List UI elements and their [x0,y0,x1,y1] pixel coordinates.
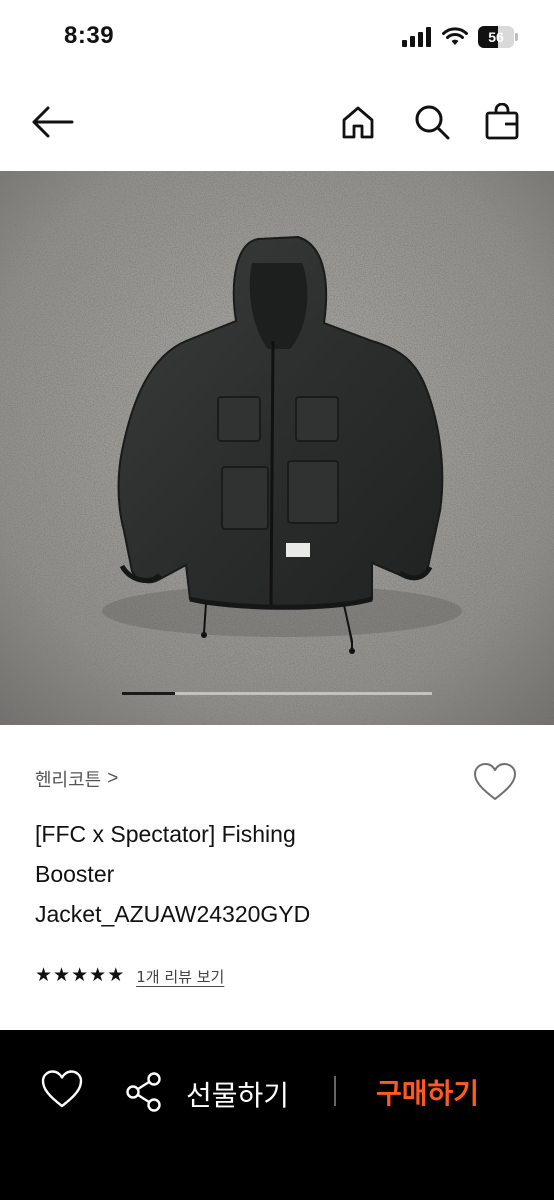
wifi-icon [442,27,468,45]
divider [334,1076,336,1106]
star-icon: ★ [71,965,89,986]
wishlist-button[interactable] [40,1068,84,1112]
heart-outline-icon [474,763,516,800]
status-time: 8:39 [64,22,115,49]
product-image [0,171,554,725]
share-icon [126,1072,161,1112]
gift-button[interactable]: 선물하기 [186,1074,289,1114]
home-icon [342,106,374,139]
star-icon: ★ [53,965,71,986]
buy-button[interactable]: 구매하기 [376,1072,479,1112]
product-title-line: Booster [35,861,115,887]
star-icon: ★ [35,965,53,986]
like-button[interactable] [472,760,518,806]
back-arrow-icon [32,106,74,138]
star-icon: ★ [107,965,125,986]
signal-icon [402,27,431,47]
chevron-right-icon: > [107,768,119,789]
battery-tip [515,33,518,41]
brand-link[interactable]: 헨리코튼 > [35,766,118,792]
bottom-action-bar: 선물하기 구매하기 [0,1030,554,1200]
product-title: [FFC x Spectator] Fishing Booster Jacket… [35,814,475,934]
rating-row: ★ ★ ★ ★ ★ 1개 리뷰 보기 [35,964,224,988]
rating-stars: ★ ★ ★ ★ ★ [35,964,124,988]
home-button[interactable] [334,98,382,146]
star-icon: ★ [89,965,107,986]
review-link[interactable]: 1개 리뷰 보기 [136,966,224,987]
status-bar: 8:39 56 [0,0,554,74]
brand-name: 헨리코튼 [35,770,102,791]
search-icon [415,105,450,140]
nav-bar [0,74,554,170]
battery-icon: 56 [478,26,518,48]
carousel-progress-indicator [122,692,175,695]
search-button[interactable] [408,98,456,146]
shopping-bag-icon [485,103,519,140]
product-title-line: [FFC x Spectator] Fishing [35,821,296,847]
heart-icon [41,1070,83,1108]
status-icons: 56 [402,26,518,48]
product-image-carousel[interactable] [0,171,554,725]
back-button[interactable] [28,98,76,146]
cart-button[interactable] [478,98,526,146]
product-title-line: Jacket_AZUAW24320GYD [35,901,311,927]
battery-level: 56 [488,29,504,45]
share-button[interactable] [122,1070,166,1114]
